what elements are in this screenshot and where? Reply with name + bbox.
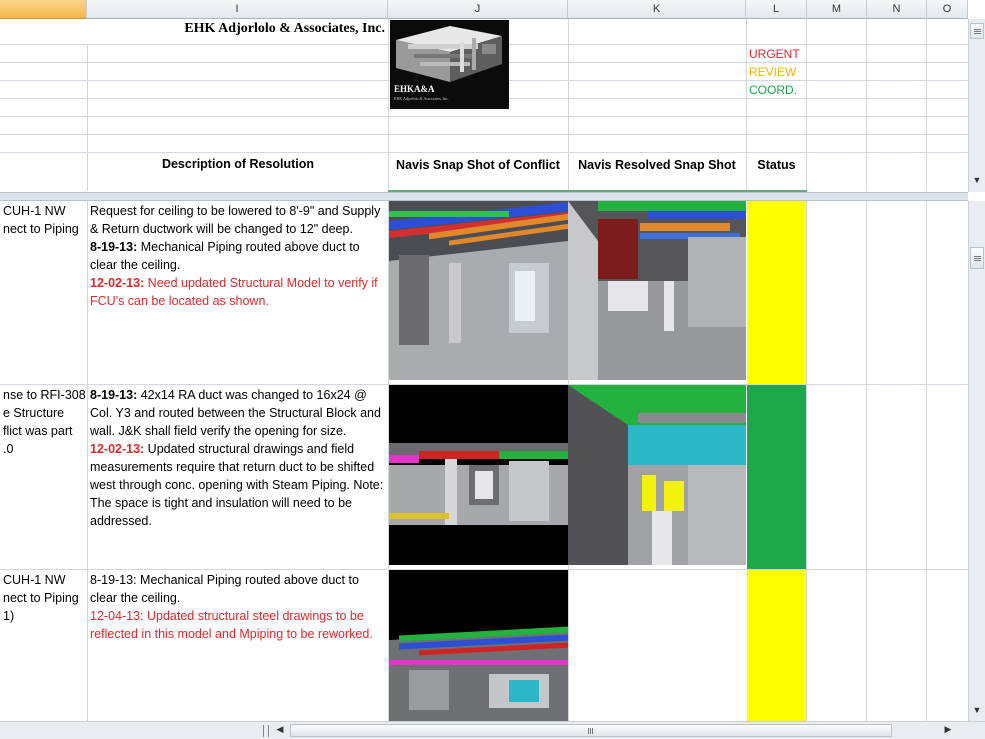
column-header-j[interactable]: J xyxy=(388,0,568,19)
column-header-m[interactable]: M xyxy=(807,0,867,19)
freeze-pane-splitter[interactable] xyxy=(0,192,968,201)
resolution-cell[interactable]: 8-19-13: 42x14 RA duct was changed to 16… xyxy=(90,386,386,566)
resolution-text: 8-19-13: Mechanical Piping routed above … xyxy=(90,573,359,605)
header-status: Status xyxy=(757,158,796,172)
grip-line xyxy=(974,258,981,259)
grip-line xyxy=(588,728,589,734)
resolution-text: 12-04-13: Updated structural steel drawi… xyxy=(90,609,373,641)
scroll-right-arrow-icon[interactable]: ▶ xyxy=(942,724,954,736)
column-header-label: N xyxy=(892,3,901,15)
column-header-label: O xyxy=(942,3,952,15)
column-header-n[interactable]: N xyxy=(867,0,927,19)
grip-line xyxy=(590,728,591,734)
split-box-icon[interactable] xyxy=(263,725,269,737)
status-fill xyxy=(747,201,806,384)
column-header-k[interactable]: K xyxy=(568,0,746,19)
scroll-thumb[interactable] xyxy=(970,247,984,269)
logo-text: EHKA&A xyxy=(394,84,435,94)
gridline xyxy=(0,134,968,135)
horizontal-scroll-thumb[interactable] xyxy=(290,724,892,737)
gridline xyxy=(866,201,867,721)
logo-subtext: EHK Adjorlolo & Associates, Inc. xyxy=(394,96,449,101)
resolution-cell[interactable]: Request for ceiling to be lowered to 8'-… xyxy=(90,202,386,382)
resolution-date: 8-19-13: xyxy=(90,388,138,402)
issue-cell[interactable]: CUH-1 NW nect to Piping xyxy=(3,202,87,382)
column-header-o[interactable]: O xyxy=(927,0,968,19)
status-indicator[interactable] xyxy=(747,570,806,721)
gridline xyxy=(0,116,968,117)
resolved-snapshot-image[interactable] xyxy=(568,385,746,565)
issue-cell[interactable]: nse to RFI-308 e Structure flict was par… xyxy=(3,386,87,566)
resolution-date: 12-02-13: xyxy=(90,442,145,456)
grip-line xyxy=(974,33,981,34)
legend-urgent: URGENT xyxy=(749,47,800,61)
resolution-text: Request for ceiling to be lowered to 8'-… xyxy=(90,204,381,236)
status-fill xyxy=(747,385,806,569)
header-resolved-snapshot: Navis Resolved Snap Shot xyxy=(578,158,736,172)
scroll-left-arrow-icon[interactable]: ◀ xyxy=(274,724,286,736)
resolution-date: 8-19-13: xyxy=(90,240,138,254)
issue-cell[interactable]: CUH-1 NW nect to Piping 1) xyxy=(3,571,87,721)
gridline xyxy=(806,201,807,721)
scroll-down-arrow-icon[interactable]: ▼ xyxy=(971,175,983,187)
resolved-snapshot-image[interactable] xyxy=(568,201,746,380)
scroll-thumb[interactable] xyxy=(970,23,984,39)
gridline xyxy=(926,201,927,721)
column-header-label: K xyxy=(652,3,661,15)
issue-text: 1) xyxy=(3,609,15,623)
column-header-label: J xyxy=(474,3,481,15)
header-conflict-snapshot: Navis Snap Shot of Conflict xyxy=(396,158,560,172)
gridline xyxy=(0,152,968,153)
vertical-scrollbar-bottom[interactable]: ▼ xyxy=(968,201,985,721)
legend-review: REVIEW xyxy=(749,65,797,79)
company-name: EHK Adjorlolo & Associates, Inc. xyxy=(87,19,387,44)
column-header-i[interactable]: I xyxy=(87,0,388,19)
issue-text: .0 xyxy=(3,442,14,456)
status-indicator[interactable] xyxy=(747,201,806,384)
issue-text: CUH-1 NW xyxy=(3,204,66,218)
scroll-down-arrow-icon[interactable]: ▼ xyxy=(971,705,983,717)
issue-text: flict was part xyxy=(3,424,73,438)
column-header-label: M xyxy=(831,3,842,15)
issue-text: nect to Piping xyxy=(3,222,79,236)
grip-line xyxy=(974,256,981,257)
horizontal-scrollbar[interactable]: ◀ ▶ xyxy=(0,721,985,739)
status-indicator[interactable] xyxy=(747,385,806,569)
grip-line xyxy=(974,31,981,32)
issue-text: nect to Piping xyxy=(3,591,79,605)
status-fill xyxy=(747,570,806,721)
resolution-cell[interactable]: 8-19-13: Mechanical Piping routed above … xyxy=(90,571,386,721)
conflict-snapshot-image[interactable] xyxy=(389,201,568,380)
issue-text: nse to RFI-308 xyxy=(3,388,86,402)
column-header-label: I xyxy=(235,3,239,15)
company-logo: EHKA&A EHK Adjorlolo & Associates, Inc. xyxy=(390,20,509,109)
conflict-snapshot-image[interactable] xyxy=(389,385,568,565)
resolution-date: 12-02-13: xyxy=(90,276,145,290)
column-header-l[interactable]: L xyxy=(746,0,807,19)
header-description: Description of Resolution xyxy=(161,157,315,171)
conflict-snapshot-image[interactable] xyxy=(389,570,568,721)
grip-line xyxy=(592,728,593,734)
grip-line xyxy=(974,29,981,30)
gridline xyxy=(87,201,88,721)
issue-text: e Structure xyxy=(3,406,65,420)
legend-coord: COORD. xyxy=(749,83,797,97)
column-header-h[interactable] xyxy=(0,0,87,19)
vertical-scrollbar-top[interactable]: ▲ ▼ xyxy=(968,19,985,192)
column-header-label: L xyxy=(772,3,780,15)
grip-line xyxy=(974,260,981,261)
issue-text: CUH-1 NW xyxy=(3,573,66,587)
